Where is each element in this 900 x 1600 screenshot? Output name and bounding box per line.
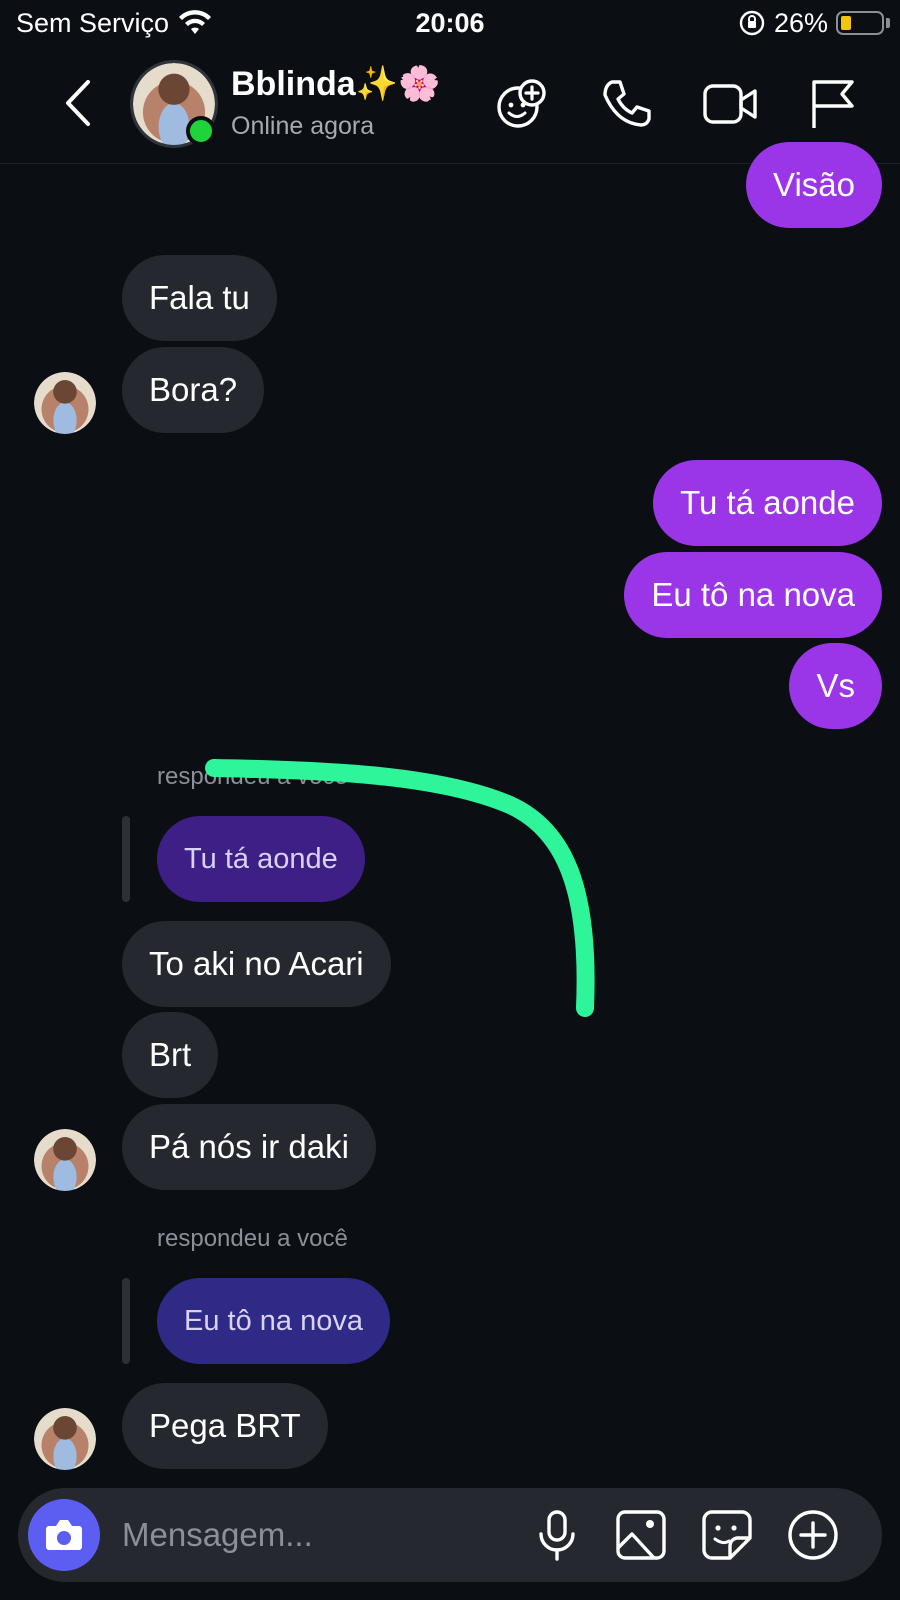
message-incoming[interactable]: Brt [122, 1012, 219, 1098]
camera-button[interactable] [28, 1499, 100, 1571]
message-incoming[interactable]: Bora? [122, 347, 265, 433]
image-icon[interactable] [614, 1508, 668, 1562]
quoted-message[interactable]: Eu tô na nova [157, 1278, 390, 1364]
status-bar: Sem Serviço 20:06 26% [0, 0, 900, 48]
flag-icon[interactable] [806, 76, 862, 132]
battery-level [841, 16, 851, 30]
orientation-lock-icon [739, 10, 765, 36]
annotation-stroke [205, 759, 595, 1017]
reply-label: respondeu a você [157, 1225, 348, 1252]
online-indicator [186, 116, 216, 146]
reply-label: respondeu a você [157, 763, 348, 790]
message-incoming[interactable]: Pá nós ir daki [122, 1104, 376, 1190]
chevron-left-icon[interactable] [60, 78, 96, 128]
reply-bar [122, 1278, 130, 1364]
sender-avatar[interactable] [34, 1408, 96, 1470]
microphone-icon[interactable] [530, 1508, 584, 1562]
plus-circle-icon[interactable] [786, 1508, 840, 1562]
composer-bar [18, 1488, 882, 1582]
sticker-icon[interactable] [700, 1508, 754, 1562]
message-incoming[interactable]: To aki no Acari [122, 921, 391, 1007]
contact-status: Online agora [231, 112, 375, 140]
chat-header: Bblinda✨🌸 Online agora [0, 50, 900, 164]
video-icon[interactable] [702, 76, 758, 132]
sender-avatar[interactable] [34, 1129, 96, 1191]
message-outgoing[interactable]: Eu tô na nova [624, 552, 882, 638]
message-incoming[interactable]: Fala tu [122, 255, 277, 341]
phone-icon[interactable] [598, 76, 654, 132]
battery-percent: 26% [774, 8, 829, 38]
message-outgoing[interactable]: Tu tá aonde [653, 460, 882, 546]
message-outgoing[interactable]: Vs [789, 643, 882, 729]
reply-bar [122, 816, 130, 902]
contact-name[interactable]: Bblinda✨🌸 [231, 64, 440, 104]
sender-avatar[interactable] [34, 372, 96, 434]
message-incoming[interactable]: Pega BRT [122, 1383, 328, 1469]
message-input[interactable] [122, 1508, 482, 1562]
quoted-message[interactable]: Tu tá aonde [157, 816, 365, 902]
battery-icon [836, 11, 884, 35]
message-outgoing[interactable]: Visão [746, 142, 882, 228]
battery-tip [886, 18, 890, 28]
add-effect-icon[interactable] [494, 76, 550, 132]
camera-icon [46, 1520, 82, 1550]
